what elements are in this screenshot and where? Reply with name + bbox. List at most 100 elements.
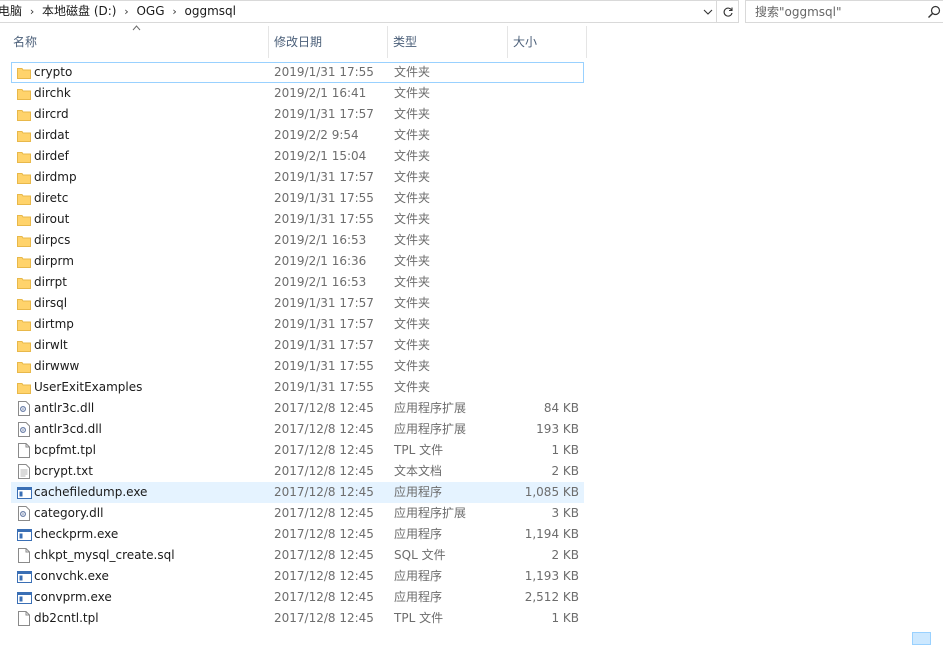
file-row[interactable]: cachefiledump.exe 2017/12/8 12:45 应用程序 1,08… (11, 482, 584, 503)
file-row[interactable]: dirdef 2019/2/1 15:04 文件夹 (11, 146, 584, 167)
file-type: 文件夹 (394, 275, 431, 289)
folder-icon (16, 170, 32, 186)
folder-icon (16, 86, 32, 102)
file-name: dirdat (34, 128, 70, 142)
folder-icon (16, 128, 32, 144)
file-date-modified: 2019/1/31 17:57 (274, 338, 374, 352)
file-date-modified: 2019/2/1 15:04 (274, 149, 367, 163)
file-row[interactable]: dirsql 2019/1/31 17:57 文件夹 (11, 293, 584, 314)
file-row[interactable]: dirwlt 2019/1/31 17:57 文件夹 (11, 335, 584, 356)
file-date-modified: 2017/12/8 12:45 (274, 527, 374, 541)
file-name: UserExitExamples (34, 380, 143, 394)
file-name: dirdmp (34, 170, 77, 184)
search-box[interactable] (745, 0, 943, 23)
file-row[interactable]: crypto 2019/1/31 17:55 文件夹 (11, 62, 584, 83)
column-headers: 名称 修改日期 类型 大小 (0, 25, 943, 58)
file-row[interactable]: antlr3cd.dll 2017/12/8 12:45 应用程序扩展 193 KB (11, 419, 584, 440)
folder-icon (16, 254, 32, 270)
file-type: 文件夹 (394, 254, 431, 268)
file-size: 3 KB (551, 506, 579, 520)
file-row[interactable]: chkpt_mysql_create.sql 2017/12/8 12:45 SQL… (11, 545, 584, 566)
file-type: 应用程序扩展 (394, 422, 467, 436)
file-type: 文件夹 (394, 233, 431, 247)
breadcrumb-drive-d[interactable]: 本地磁盘 (D:) (38, 1, 120, 22)
file-row[interactable]: dirtmp 2019/1/31 17:57 文件夹 (11, 314, 584, 335)
folder-icon (16, 65, 32, 81)
file-row[interactable]: dirout 2019/1/31 17:55 文件夹 (11, 209, 584, 230)
file-date-modified: 2019/1/31 17:55 (274, 380, 374, 394)
file-row[interactable]: convprm.exe 2017/12/8 12:45 应用程序 2,512 KB (11, 587, 584, 608)
breadcrumb-separator-icon[interactable]: › (120, 1, 132, 22)
file-row[interactable]: category.dll 2017/12/8 12:45 应用程序扩展 3 KB (11, 503, 584, 524)
file-date-modified: 2019/1/31 17:57 (274, 296, 374, 310)
file-name: diretc (34, 191, 69, 205)
file-size: 2 KB (551, 464, 579, 478)
file-row[interactable]: bcrypt.txt 2017/12/8 12:45 文本文档 2 KB (11, 461, 584, 482)
breadcrumb-oggmsql[interactable]: oggmsql (181, 1, 240, 22)
file-type: 文件夹 (394, 380, 431, 394)
file-row[interactable]: convchk.exe 2017/12/8 12:45 应用程序 1,193 KB (11, 566, 584, 587)
file-row[interactable]: dirrpt 2019/2/1 16:53 文件夹 (11, 272, 584, 293)
file-row[interactable]: UserExitExamples 2019/1/31 17:55 文件夹 (11, 377, 584, 398)
file-name: dirdef (34, 149, 69, 163)
file-name: db2cntl.tpl (34, 611, 99, 625)
search-input[interactable] (755, 4, 920, 19)
file-row[interactable]: bcpfmt.tpl 2017/12/8 12:45 TPL 文件 1 KB (11, 440, 584, 461)
column-header-date[interactable]: 修改日期 (269, 26, 388, 58)
file-name: bcpfmt.tpl (34, 443, 96, 457)
column-header-name[interactable]: 名称 (8, 26, 269, 58)
file-name: dirtmp (34, 317, 74, 331)
file-type: 文件夹 (394, 170, 431, 184)
folder-icon (16, 275, 32, 291)
column-header-size[interactable]: 大小 (508, 26, 587, 58)
file-date-modified: 2017/12/8 12:45 (274, 569, 374, 583)
address-bar[interactable]: 电脑 › 本地磁盘 (D:) › OGG › oggmsql (0, 0, 739, 23)
file-date-modified: 2017/12/8 12:45 (274, 485, 374, 499)
exe-icon (16, 590, 32, 606)
breadcrumb-ogg[interactable]: OGG (132, 1, 168, 22)
file-type: 文件夹 (394, 191, 431, 205)
file-type: 应用程序扩展 (394, 506, 467, 520)
folder-icon (16, 107, 32, 123)
file-row[interactable]: dirdat 2019/2/2 9:54 文件夹 (11, 125, 584, 146)
address-history-dropdown-icon[interactable] (700, 1, 716, 22)
file-row[interactable]: dirpcs 2019/2/1 16:53 文件夹 (11, 230, 584, 251)
file-date-modified: 2019/2/1 16:53 (274, 275, 367, 289)
file-row[interactable]: diretc 2019/1/31 17:55 文件夹 (11, 188, 584, 209)
file-icon (16, 611, 32, 627)
file-row[interactable]: dirwww 2019/1/31 17:55 文件夹 (11, 356, 584, 377)
large-icons-view-button[interactable] (932, 632, 943, 645)
exe-icon (16, 527, 32, 543)
file-date-modified: 2019/2/1 16:36 (274, 254, 367, 268)
details-view-button[interactable] (912, 632, 931, 645)
file-row[interactable]: antlr3c.dll 2017/12/8 12:45 应用程序扩展 84 KB (11, 398, 584, 419)
folder-icon (16, 317, 32, 333)
refresh-icon[interactable] (716, 1, 738, 22)
navigation-bar: 电脑 › 本地磁盘 (D:) › OGG › oggmsql (0, 0, 943, 23)
file-size: 1 KB (551, 443, 579, 457)
file-type: 文件夹 (394, 86, 431, 100)
search-icon[interactable] (927, 5, 941, 19)
column-header-type[interactable]: 类型 (388, 26, 508, 58)
file-name: dirpcs (34, 233, 71, 247)
file-row[interactable]: db2cntl.tpl 2017/12/8 12:45 TPL 文件 1 KB (11, 608, 584, 629)
file-name: dirrpt (34, 275, 67, 289)
file-name: chkpt_mysql_create.sql (34, 548, 175, 562)
file-date-modified: 2017/12/8 12:45 (274, 590, 374, 604)
file-size: 1,193 KB (524, 569, 579, 583)
folder-icon (16, 212, 32, 228)
dll-icon (16, 401, 32, 417)
file-row[interactable]: dirdmp 2019/1/31 17:57 文件夹 (11, 167, 584, 188)
file-row[interactable]: dirchk 2019/2/1 16:41 文件夹 (11, 83, 584, 104)
file-type: TPL 文件 (394, 443, 444, 457)
file-row[interactable]: dirprm 2019/2/1 16:36 文件夹 (11, 251, 584, 272)
file-date-modified: 2019/1/31 17:55 (274, 65, 374, 79)
file-date-modified: 2019/1/31 17:57 (274, 170, 374, 184)
folder-icon (16, 380, 32, 396)
breadcrumb-this-pc[interactable]: 电脑 (0, 1, 26, 22)
file-row[interactable]: dircrd 2019/1/31 17:57 文件夹 (11, 104, 584, 125)
file-type: 文件夹 (394, 296, 431, 310)
breadcrumb-separator-icon[interactable]: › (169, 1, 181, 22)
file-row[interactable]: checkprm.exe 2017/12/8 12:45 应用程序 1,194 KB (11, 524, 584, 545)
breadcrumb-separator-icon[interactable]: › (26, 1, 38, 22)
